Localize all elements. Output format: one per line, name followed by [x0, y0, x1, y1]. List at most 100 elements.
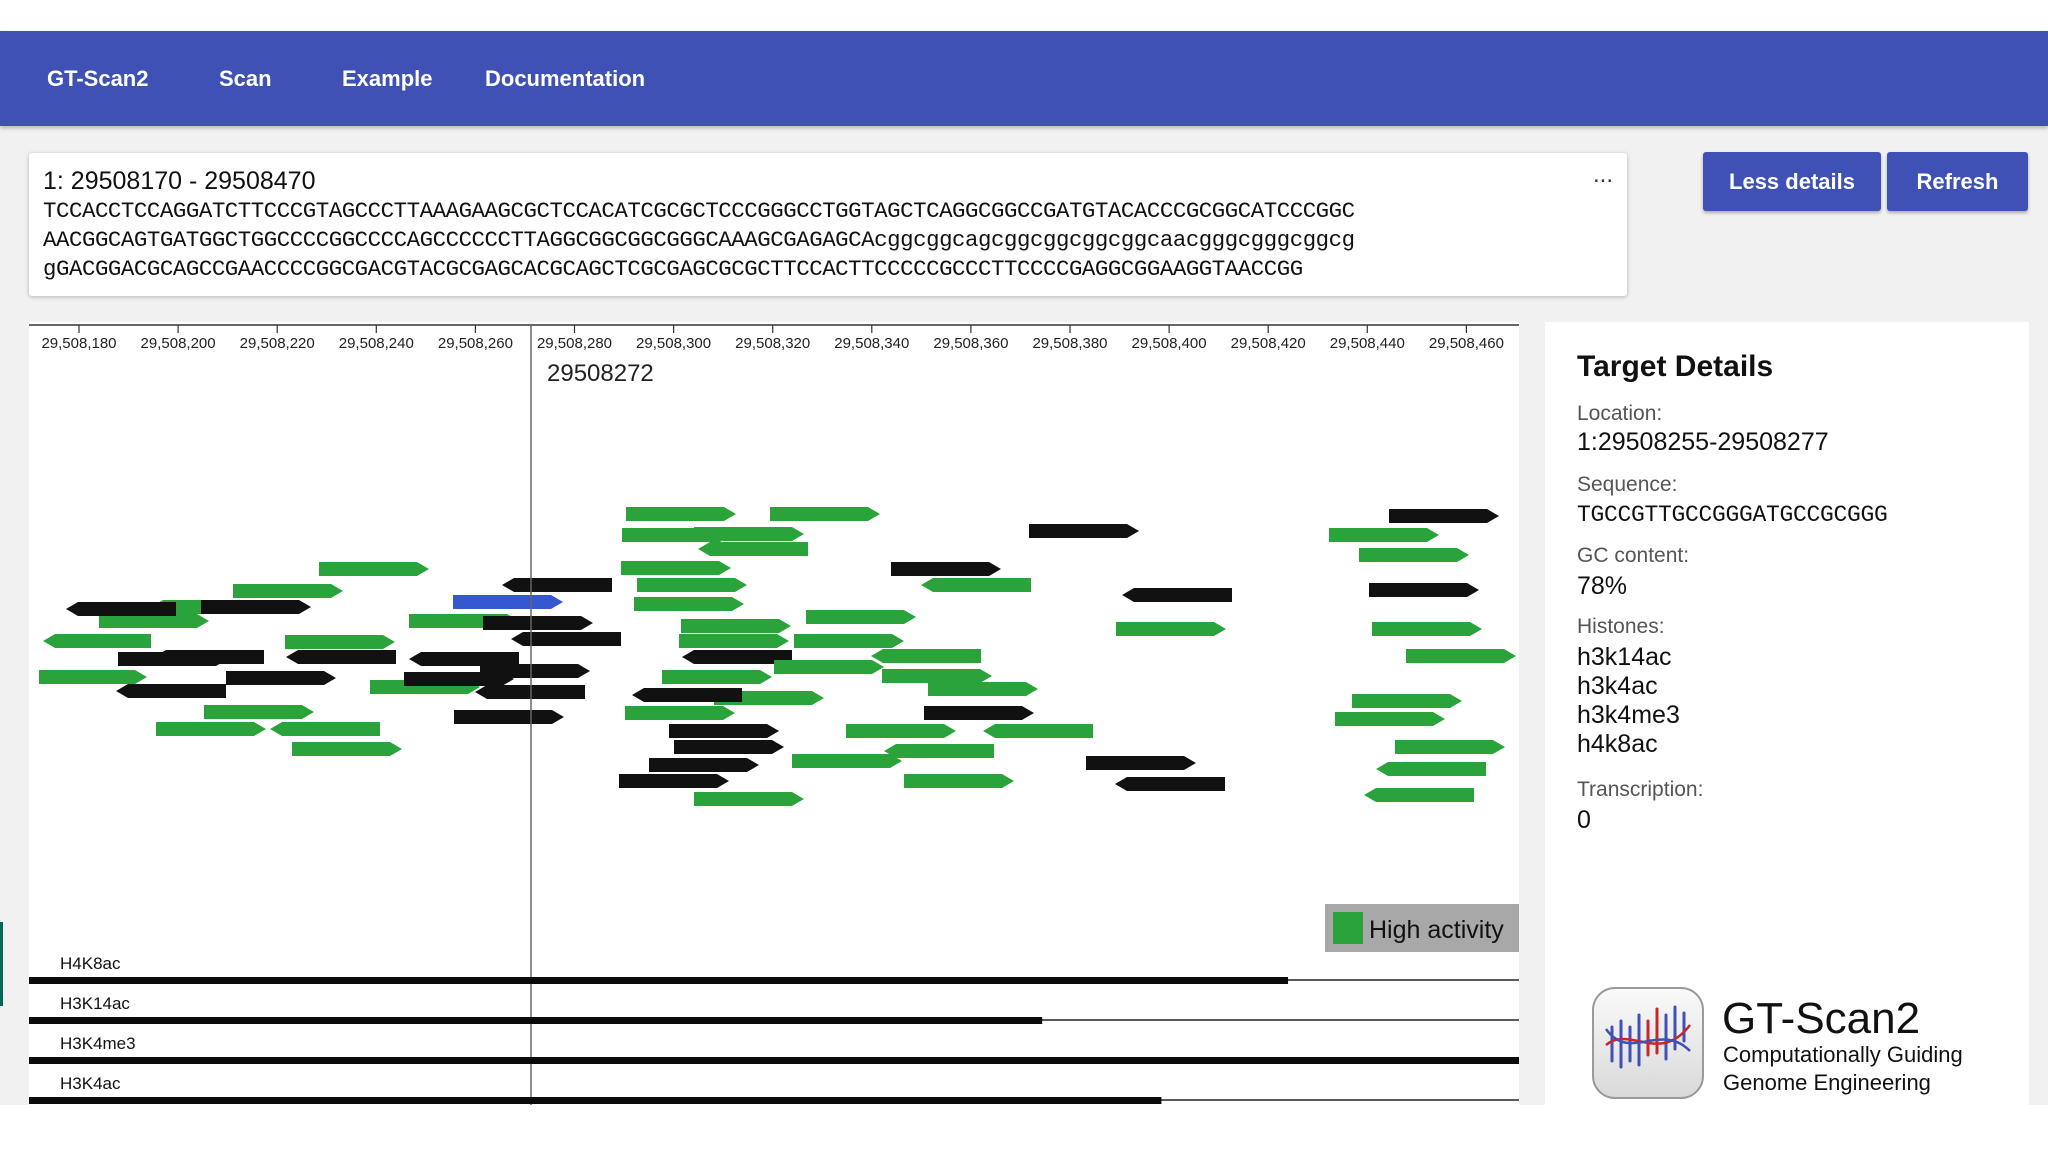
histone-track-bar: [29, 1097, 1162, 1104]
guide-arrow-high-activity[interactable]: [270, 722, 380, 736]
histone-item: h3k4me3: [1577, 701, 1680, 729]
scale-tick-label: 29,508,220: [240, 335, 315, 352]
scale-tick-label: 29,508,420: [1231, 335, 1306, 352]
guide-arrow-high-activity[interactable]: [39, 670, 147, 684]
histone-track-label: H3K4ac: [60, 1074, 121, 1093]
guide-arrow-high-activity[interactable]: [204, 705, 314, 719]
guide-arrow-low-activity[interactable]: [116, 684, 226, 698]
guide-arrow-high-activity[interactable]: [1335, 712, 1445, 726]
guide-arrow-low-activity[interactable]: [66, 602, 176, 616]
location-value: 1:29508255-29508277: [1577, 428, 1829, 456]
genome-viewer-svg[interactable]: 29,508,180 29,508,200 29,508,220 29,508,240…: [29, 322, 1519, 1105]
guide-arrow-high-activity[interactable]: [43, 634, 151, 648]
more-menu-icon[interactable]: ...: [1593, 161, 1613, 189]
guide-arrow-high-activity[interactable]: [774, 660, 884, 674]
guide-arrow-high-activity[interactable]: [698, 542, 808, 556]
guide-arrow-low-activity[interactable]: [409, 652, 519, 666]
guide-arrow-high-activity[interactable]: [794, 634, 904, 648]
guide-arrow-high-activity[interactable]: [884, 744, 994, 758]
guide-arrow-high-activity[interactable]: [882, 669, 992, 683]
guide-arrow-low-activity[interactable]: [502, 578, 612, 592]
scale-tick-label: 29,508,380: [1032, 335, 1107, 352]
guide-arrow-high-activity[interactable]: [694, 792, 804, 806]
guide-arrow-high-activity[interactable]: [928, 682, 1038, 696]
guide-arrow-low-activity[interactable]: [286, 650, 396, 664]
guide-arrow-high-activity[interactable]: [846, 724, 956, 738]
guide-arrow-high-activity[interactable]: [983, 724, 1093, 738]
guide-arrow-low-activity[interactable]: [454, 710, 564, 724]
dna-icon: [1590, 985, 1706, 1101]
nav-documentation[interactable]: Documentation: [485, 31, 645, 126]
histone-item: h4k8ac: [1577, 730, 1658, 758]
guide-arrow-high-activity[interactable]: [681, 619, 791, 633]
nav-example[interactable]: Example: [342, 31, 433, 126]
left-edge-marker: [0, 922, 3, 1006]
guide-arrow-high-activity[interactable]: [806, 610, 916, 624]
guide-arrow-low-activity[interactable]: [1122, 588, 1232, 602]
guide-arrow-low-activity[interactable]: [632, 688, 742, 702]
guide-arrow-high-activity[interactable]: [694, 527, 804, 541]
histone-track-bar: [29, 1057, 1519, 1064]
guide-arrow-low-activity[interactable]: [1086, 756, 1196, 770]
guide-arrow-low-activity[interactable]: [649, 758, 759, 772]
guide-arrow-high-activity[interactable]: [1406, 649, 1516, 663]
histone-item: h3k14ac: [1577, 643, 1672, 671]
scale-tick-label: 29,508,340: [834, 335, 909, 352]
guide-arrow-low-activity[interactable]: [480, 664, 590, 678]
guide-arrow-high-activity[interactable]: [679, 634, 789, 648]
guide-arrow-low-activity[interactable]: [483, 616, 593, 630]
scale-tick-label: 29,508,240: [339, 335, 414, 352]
nav-scan[interactable]: Scan: [219, 31, 272, 126]
guide-arrow-high-activity[interactable]: [1395, 740, 1505, 754]
guide-arrow-low-activity[interactable]: [891, 562, 1001, 576]
less-details-button[interactable]: Less details: [1703, 152, 1881, 211]
guide-arrow-high-activity[interactable]: [625, 706, 735, 720]
guide-arrow-high-activity[interactable]: [1372, 622, 1482, 636]
scale-tick-label: 29,508,280: [537, 335, 612, 352]
scale-tick-label: 29,508,460: [1429, 335, 1504, 352]
guide-arrow-high-activity[interactable]: [904, 774, 1014, 788]
guide-arrow-high-activity[interactable]: [871, 649, 981, 663]
guide-arrow-high-activity[interactable]: [621, 561, 731, 575]
guide-arrow-low-activity[interactable]: [201, 600, 311, 614]
guide-arrow-high-activity[interactable]: [634, 597, 744, 611]
scale-tick-label: 29,508,200: [141, 335, 216, 352]
guide-arrow-high-activity[interactable]: [1352, 694, 1462, 708]
logo-subtitle: Computationally Guiding: [1723, 1042, 1963, 1067]
guide-arrow-low-activity[interactable]: [669, 724, 779, 738]
guide-arrow-high-activity[interactable]: [292, 742, 402, 756]
guide-arrow-high-activity[interactable]: [770, 507, 880, 521]
guide-arrow-low-activity[interactable]: [511, 632, 621, 646]
guide-arrow-low-activity[interactable]: [674, 740, 784, 754]
guide-arrow-high-activity[interactable]: [637, 578, 747, 592]
guide-arrow-high-activity[interactable]: [1376, 762, 1486, 776]
refresh-button[interactable]: Refresh: [1887, 152, 2028, 211]
guide-arrow-low-activity[interactable]: [475, 685, 585, 699]
guide-arrow-high-activity[interactable]: [662, 670, 772, 684]
guide-arrow-low-activity[interactable]: [1115, 777, 1225, 791]
guide-arrow-high-activity[interactable]: [285, 635, 395, 649]
guide-arrow-high-activity[interactable]: [233, 584, 343, 598]
genome-viewer[interactable]: 29,508,180 29,508,200 29,508,220 29,508,240…: [29, 322, 1519, 1105]
guide-arrow-high-activity[interactable]: [921, 578, 1031, 592]
guide-arrow-low-activity[interactable]: [226, 671, 336, 685]
guide-arrow-low-activity[interactable]: [924, 706, 1034, 720]
guide-arrow-high-activity[interactable]: [99, 614, 209, 628]
guide-arrow-high-activity[interactable]: [1359, 548, 1469, 562]
cursor-position-label: 29508272: [547, 360, 654, 387]
guide-arrow-low-activity[interactable]: [1389, 509, 1499, 523]
guide-arrow-low-activity[interactable]: [1369, 583, 1479, 597]
guide-arrow-selected[interactable]: [453, 595, 563, 609]
guide-arrow-high-activity[interactable]: [1116, 622, 1226, 636]
guide-arrow-high-activity[interactable]: [156, 722, 266, 736]
guide-arrow-low-activity[interactable]: [619, 774, 729, 788]
guide-arrow-low-activity[interactable]: [1029, 524, 1139, 538]
guide-arrow-high-activity[interactable]: [792, 754, 902, 768]
guide-arrow-high-activity[interactable]: [319, 562, 429, 576]
guide-arrow-high-activity[interactable]: [626, 507, 736, 521]
guide-arrow-high-activity[interactable]: [1364, 788, 1474, 802]
transcription-value: 0: [1577, 806, 1591, 834]
guide-arrow-high-activity[interactable]: [1329, 528, 1439, 542]
guide-arrow-low-activity[interactable]: [118, 652, 228, 666]
nav-brand[interactable]: GT-Scan2: [47, 31, 148, 126]
